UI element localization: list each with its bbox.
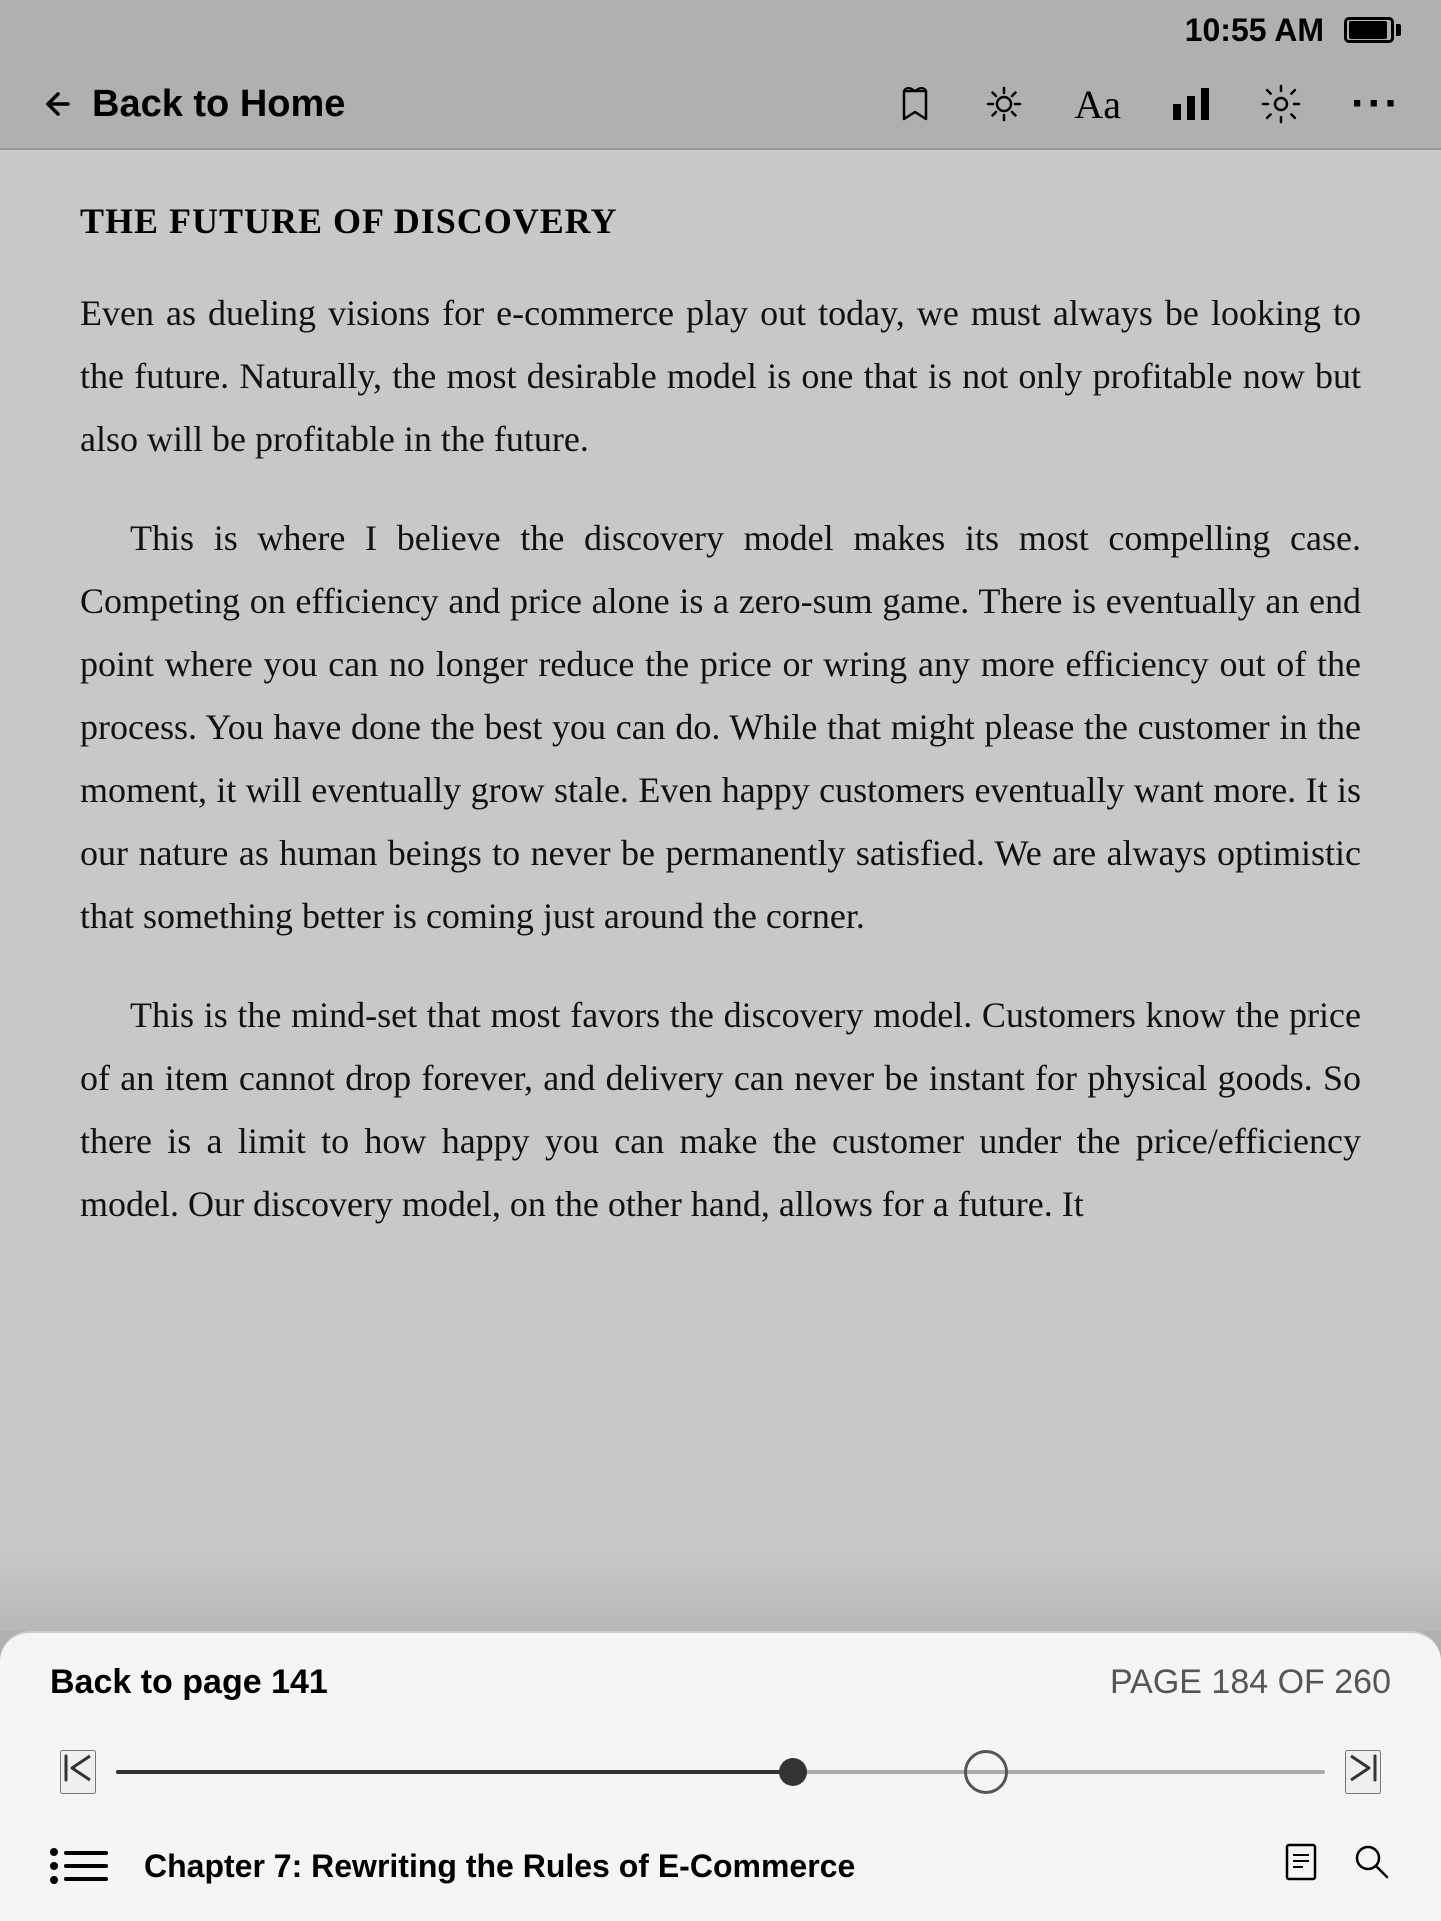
more-button[interactable]: ··· <box>1351 82 1401 126</box>
slider-thumb-open[interactable] <box>964 1750 1008 1794</box>
bookmark-button[interactable] <box>896 85 934 123</box>
status-time: 10:55 AM <box>1185 12 1324 49</box>
footer-icons <box>1281 1841 1391 1891</box>
paragraph-2: This is where I believe the discovery mo… <box>80 507 1361 948</box>
chart-icon <box>1171 86 1211 122</box>
footer-left: Chapter 7: Rewriting the Rules of E-Comm… <box>50 1848 855 1885</box>
slider-track[interactable] <box>116 1770 1325 1774</box>
back-to-page-label[interactable]: Back to page 141 <box>50 1663 328 1702</box>
nav-icons: Aa ··· <box>896 81 1401 128</box>
section-title: THE FUTURE OF DISCOVERY <box>80 200 1361 242</box>
paragraph-3: This is the mind-set that most favors th… <box>80 984 1361 1236</box>
status-bar: 10:55 AM <box>0 0 1441 60</box>
fade-overlay <box>0 1551 1441 1631</box>
paragraph-1: Even as dueling visions for e-commerce p… <box>80 282 1361 471</box>
bookmark-icon <box>896 85 934 123</box>
table-of-contents-button[interactable] <box>50 1848 108 1884</box>
settings-button[interactable] <box>1261 84 1301 124</box>
chart-button[interactable] <box>1171 86 1211 122</box>
bottom-panel: Back to page 141 PAGE 184 OF 260 <box>0 1631 1441 1921</box>
reading-area: THE FUTURE OF DISCOVERY Even as dueling … <box>0 150 1441 1631</box>
search-icon <box>1351 1841 1391 1881</box>
more-label: ··· <box>1351 82 1401 126</box>
slider-start-button[interactable] <box>60 1750 96 1794</box>
settings-icon <box>1261 84 1301 124</box>
search-button[interactable] <box>1351 1841 1391 1891</box>
notes-icon <box>1281 1841 1321 1881</box>
slider-thumb-progress[interactable] <box>779 1758 807 1786</box>
font-label: Aa <box>1074 81 1121 128</box>
page-info-row: Back to page 141 PAGE 184 OF 260 <box>50 1663 1391 1702</box>
back-arrow-icon <box>40 86 76 122</box>
slider-row <box>50 1750 1391 1794</box>
back-to-home-button[interactable]: Back to Home <box>40 83 345 126</box>
back-label: Back to Home <box>92 83 345 126</box>
notes-button[interactable] <box>1281 1841 1321 1891</box>
battery-icon <box>1344 17 1401 43</box>
slider-end-icon <box>1347 1752 1379 1784</box>
footer-row: Chapter 7: Rewriting the Rules of E-Comm… <box>50 1841 1391 1891</box>
brightness-button[interactable] <box>984 84 1024 124</box>
nav-bar: Back to Home Aa <box>0 60 1441 150</box>
slider-start-icon <box>62 1752 94 1784</box>
brightness-icon <box>984 84 1024 124</box>
font-button[interactable]: Aa <box>1074 81 1121 128</box>
slider-end-button[interactable] <box>1345 1750 1381 1794</box>
page-counter: PAGE 184 OF 260 <box>1110 1663 1391 1702</box>
chapter-label: Chapter 7: Rewriting the Rules of E-Comm… <box>144 1848 855 1885</box>
